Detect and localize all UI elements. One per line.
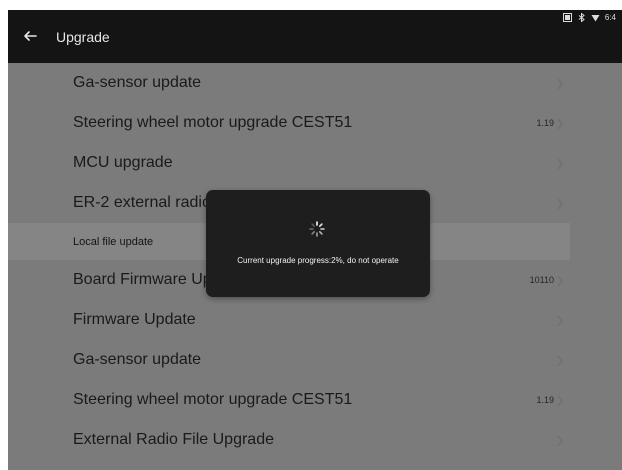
list-item-steering-wheel-motor-upgrade[interactable]: Steering wheel motor upgrade CEST51 1.19: [8, 103, 622, 143]
list-item-label: MCU upgrade: [73, 154, 173, 171]
list-item-ga-sensor-update[interactable]: Ga-sensor update: [8, 63, 622, 103]
chevron-right-icon: [556, 354, 564, 367]
list-item-label: Steering wheel motor upgrade CEST51: [73, 114, 353, 131]
version-value: 1.19: [536, 118, 554, 128]
list-item-firmware-update[interactable]: Firmware Update: [8, 300, 622, 340]
list-item-label: Ga-sensor update: [73, 74, 202, 91]
status-time: 6:4: [604, 13, 616, 22]
list-item-label: Board Firmware Upg: [73, 271, 221, 288]
page-title: Upgrade: [56, 29, 110, 45]
status-bar: 6:4: [562, 12, 616, 23]
upgrade-progress-dialog: Current upgrade progress:2%, do not oper…: [206, 190, 430, 297]
list-item-label: ER-2 external radio f: [73, 194, 220, 211]
list-item-label: External Radio File Upgrade: [73, 431, 274, 448]
loading-spinner-icon: [308, 220, 326, 238]
back-arrow-icon[interactable]: [20, 26, 40, 46]
list-item-ga-sensor-update-local[interactable]: Ga-sensor update: [8, 340, 622, 380]
list-item-label: Steering wheel motor upgrade CEST51: [73, 391, 353, 408]
progress-message: Current upgrade progress:2%, do not oper…: [237, 256, 399, 265]
app-bar: Upgrade 6:4: [8, 10, 622, 63]
chevron-right-icon: [556, 274, 564, 287]
chevron-right-icon: [556, 77, 564, 90]
section-label: Local file update: [73, 235, 154, 248]
chevron-right-icon: [556, 394, 564, 407]
chevron-right-icon: [556, 197, 564, 210]
wifi-icon: [591, 13, 600, 22]
list-item-label: Firmware Update: [73, 311, 196, 328]
chevron-right-icon: [556, 434, 564, 447]
bluetooth-icon: [577, 12, 586, 23]
list-item-steering-wheel-motor-upgrade-local[interactable]: Steering wheel motor upgrade CEST51 1.19: [8, 380, 622, 420]
upgrade-screen: Upgrade 6:4 Ga-sensor update Steering wh…: [8, 10, 622, 470]
chevron-right-icon: [556, 314, 564, 327]
notification-icon: [562, 13, 572, 22]
chevron-right-icon: [556, 157, 564, 170]
chevron-right-icon: [556, 117, 564, 130]
list-item-label: Ga-sensor update: [73, 351, 202, 368]
list-item-mcu-upgrade[interactable]: MCU upgrade: [8, 143, 622, 183]
version-value: 10110: [529, 275, 554, 285]
version-value: 1.19: [536, 395, 554, 405]
list-item-external-radio-file-upgrade[interactable]: External Radio File Upgrade: [8, 420, 622, 460]
